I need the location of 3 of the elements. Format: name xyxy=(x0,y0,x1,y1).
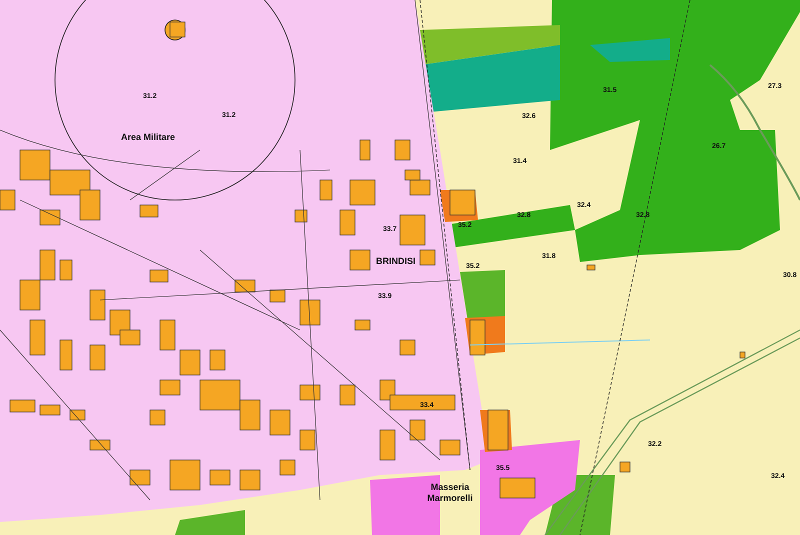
place-label: BRINDISI xyxy=(376,256,416,268)
place-label: Area Militare xyxy=(120,132,176,144)
place-label: Masseria Marmorelli xyxy=(426,482,474,504)
